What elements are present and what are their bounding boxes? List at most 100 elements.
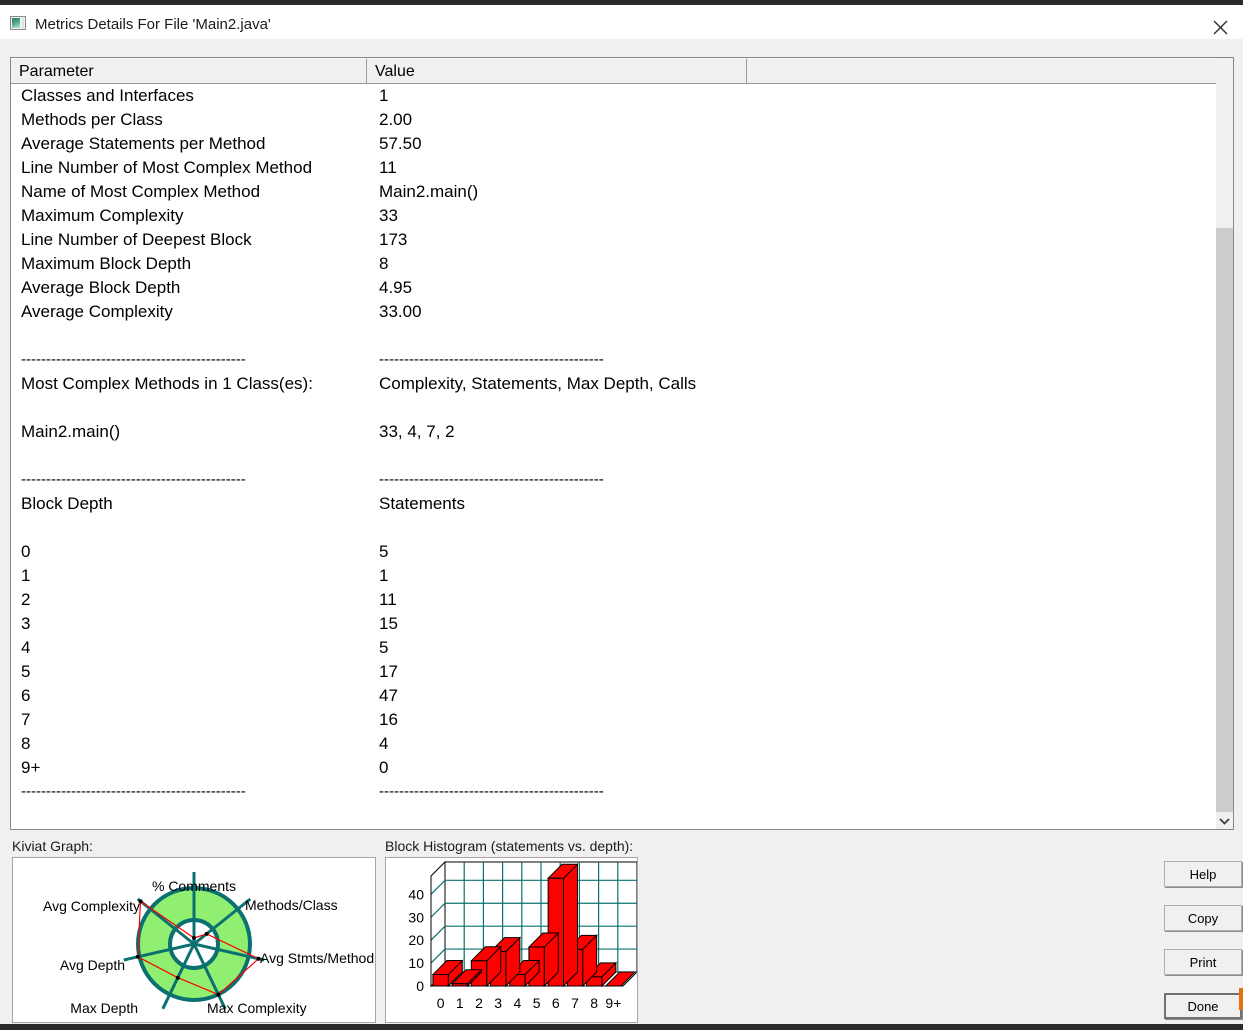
column-header-parameter[interactable]: Parameter (11, 58, 367, 83)
table-row[interactable]: Block Depth Statements (11, 492, 1217, 516)
cell-value: 4 (379, 734, 389, 753)
hist-xtick: 7 (571, 995, 579, 1011)
table-row[interactable]: Average Complexity 33.00 (11, 300, 1217, 324)
table-row[interactable] (11, 324, 1217, 348)
table-row[interactable]: ----------------------------------------… (11, 468, 1217, 492)
table-row[interactable]: 9+ 0 (11, 756, 1217, 780)
table-row[interactable]: 45 (11, 636, 1217, 660)
table-row[interactable]: 84 (11, 732, 1217, 756)
cell-parameter: ----------------------------------------… (21, 471, 246, 488)
table-row[interactable] (11, 396, 1217, 420)
kiviat-axis-label-avg-complexity: Avg Complexity (43, 898, 140, 914)
cell-value: 5 (379, 638, 389, 657)
cell-value: 4.95 (379, 278, 413, 297)
cell-value: 1 (379, 86, 389, 105)
cell-parameter: Average Statements per Method (21, 134, 266, 153)
cell-value: 5 (379, 542, 389, 561)
cell-parameter: Name of Most Complex Method (21, 182, 261, 201)
help-button[interactable]: Help (1164, 861, 1242, 887)
table-row[interactable]: 11 (11, 564, 1217, 588)
table-row[interactable]: 7 16 (11, 708, 1217, 732)
close-icon[interactable] (1198, 10, 1243, 44)
print-button[interactable]: Print (1164, 949, 1242, 975)
vertical-scrollbar[interactable] (1216, 57, 1234, 830)
table-row[interactable]: 2 11 (11, 588, 1217, 612)
table-row[interactable]: 5 17 (11, 660, 1217, 684)
hist-ytick: 10 (408, 955, 424, 971)
cell-value: 15 (379, 614, 398, 633)
table-row[interactable]: Average Statements per Method 57.50 (11, 132, 1217, 156)
table-row[interactable]: ----------------------------------------… (11, 348, 1217, 372)
table-row[interactable] (11, 516, 1217, 540)
cell-parameter: Main2.main() (21, 422, 121, 441)
cell-parameter: ----------------------------------------… (21, 351, 246, 368)
cell-parameter: Line Number of Deepest Block (21, 230, 252, 249)
cell-parameter: Maximum Complexity (21, 206, 184, 225)
hist-ytick: 40 (408, 886, 424, 902)
hist-ytick: 0 (416, 978, 424, 994)
copy-button[interactable]: Copy (1164, 905, 1242, 931)
kiviat-graph-label: Kiviat Graph: (12, 838, 93, 854)
cell-parameter: 2 (21, 590, 31, 609)
cell-value: Complexity, Statements, Max Depth, Calls (379, 374, 697, 393)
done-button[interactable]: Done (1164, 993, 1242, 1019)
table-row[interactable]: Maximum Complexity 33 (11, 204, 1217, 228)
table-row[interactable]: Average Block Depth 4.95 (11, 276, 1217, 300)
cell-value: 8 (379, 254, 389, 273)
block-histogram-label: Block Histogram (statements vs. depth): (385, 838, 634, 854)
cell-parameter: 1 (21, 566, 31, 585)
table-row[interactable]: Line Number of Most Complex Method 11 (11, 156, 1217, 180)
kiviat-axis-label-max-depth: Max Depth (70, 1000, 138, 1016)
window-title: Metrics Details For File 'Main2.java' (35, 16, 271, 33)
screen-edge-artifact (1239, 988, 1243, 1010)
cell-value: ----------------------------------------… (379, 783, 604, 800)
scrollbar-thumb[interactable] (1216, 58, 1233, 228)
table-row[interactable]: 3 15 (11, 612, 1217, 636)
scroll-down-arrow-icon[interactable] (1216, 812, 1233, 829)
hist-ytick: 30 (408, 909, 424, 925)
cell-value: Main2.main() (379, 182, 479, 201)
table-row[interactable]: Maximum Block Depth 8 (11, 252, 1217, 276)
cell-value: 33.00 (379, 302, 422, 321)
hist-xtick: 9+ (605, 995, 621, 1011)
cell-parameter: Maximum Block Depth (21, 254, 192, 273)
table-row[interactable]: Classes and Interfaces 1 (11, 84, 1217, 108)
column-header-value[interactable]: Value (367, 58, 747, 83)
table-row[interactable]: Name of Most Complex Method Main2.main() (11, 180, 1217, 204)
hist-xtick: 2 (475, 995, 483, 1011)
table-row[interactable]: Methods per Class 2.00 (11, 108, 1217, 132)
cell-value: 2.00 (379, 110, 413, 129)
column-header-blank[interactable] (747, 58, 1217, 83)
cell-parameter: Average Complexity (21, 302, 173, 321)
cell-value: 33, 4, 7, 2 (379, 422, 455, 441)
cell-parameter: 9+ (21, 758, 41, 777)
hist-xtick: 1 (456, 995, 464, 1011)
cell-parameter: Line Number of Most Complex Method (21, 158, 313, 177)
kiviat-graph-svg: % Comments Methods/Class Avg Stmts/Metho… (43, 872, 374, 1016)
table-row[interactable] (11, 444, 1217, 468)
table-row[interactable]: Most Complex Methods in 1 Class(es): Comp… (11, 372, 1217, 396)
cell-value: 1 (379, 566, 389, 585)
cell-value: 33 (379, 206, 398, 225)
hist-xtick: 8 (590, 995, 598, 1011)
cell-value: 57.50 (379, 134, 422, 153)
table-row[interactable]: 05 (11, 540, 1217, 564)
kiviat-axis-label-avg-stmts: Avg Stmts/Method (260, 950, 374, 966)
cell-parameter: Block Depth (21, 494, 113, 513)
image-metrics-icon (10, 16, 26, 30)
table-row[interactable]: ----------------------------------------… (11, 780, 1217, 804)
table-row[interactable]: 6 47 (11, 684, 1217, 708)
block-histogram-svg: 0102030409+876543210 (408, 860, 639, 1011)
hist-xtick: 6 (552, 995, 560, 1011)
kiviat-axis-label-comments: % Comments (152, 878, 236, 894)
hist-xtick: 4 (514, 995, 522, 1011)
cell-value: 11 (379, 158, 397, 177)
table-row[interactable]: Line Number of Deepest Block 173 (11, 228, 1217, 252)
hist-ytick: 20 (408, 932, 424, 948)
table-row[interactable]: Main2.main() 33, 4, 7, 2 (11, 420, 1217, 444)
cell-parameter: 3 (21, 614, 31, 633)
cell-parameter: Average Block Depth (21, 278, 181, 297)
cell-value: 16 (379, 710, 398, 729)
kiviat-graph-panel: % Comments Methods/Class Avg Stmts/Metho… (12, 857, 376, 1023)
metrics-table: Parameter Value Classes and Interfaces 1 M… (10, 57, 1234, 830)
